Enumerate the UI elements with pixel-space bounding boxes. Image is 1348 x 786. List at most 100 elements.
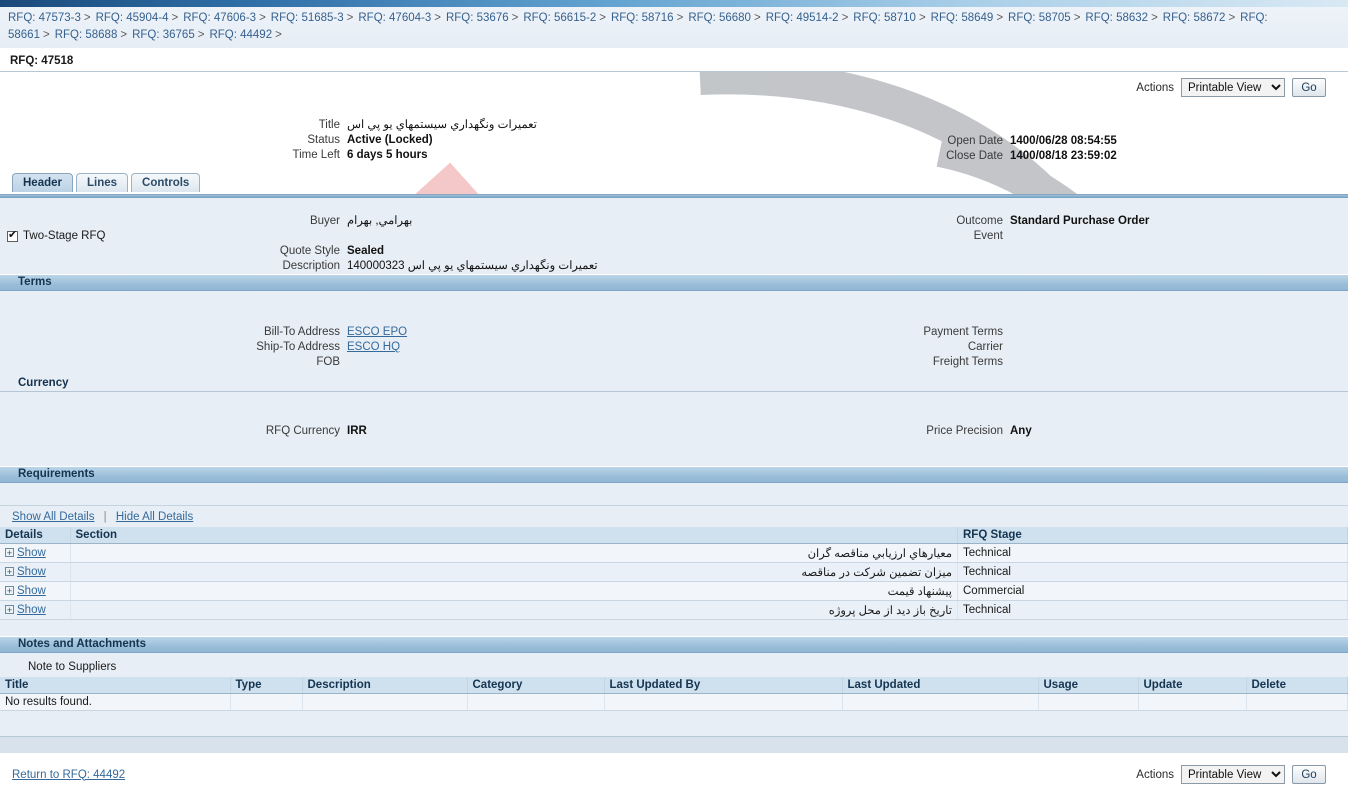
outcome-row: Outcome Standard Purchase Order	[860, 214, 1149, 229]
quote-style-label: Quote Style	[279, 245, 340, 257]
currency-subheader: Currency	[0, 375, 1348, 392]
attachments-empty-cell	[1038, 693, 1139, 711]
requirements-stage-cell: Technical	[957, 543, 1348, 563]
expand-plus-icon[interactable]: +	[5, 548, 14, 558]
go-button-bottom[interactable]: Go	[1292, 765, 1326, 784]
breadcrumb-item-0[interactable]: RFQ: 47573-3	[8, 12, 81, 24]
breadcrumb-item-1[interactable]: RFQ: 45904-4	[96, 12, 169, 24]
requirements-section-cell: پيشنهاد قيمت	[70, 581, 958, 601]
outcome-value: Standard Purchase Order	[1010, 215, 1150, 227]
actions-select-bottom[interactable]: Printable View	[1181, 765, 1285, 784]
breadcrumb-item-9[interactable]: RFQ: 49514-2	[766, 12, 839, 24]
breadcrumb-item-5[interactable]: RFQ: 53676	[446, 12, 509, 24]
requirements-detail-links: Show All Details | Hide All Details	[0, 506, 1348, 527]
actions-toolbar-top: Actions Printable View Go	[0, 72, 1348, 98]
breadcrumb-item-13[interactable]: RFQ: 58632	[1085, 12, 1148, 24]
breadcrumb-separator: >	[841, 12, 849, 24]
buyer-row: Buyer بهرامي, بهرام	[0, 214, 598, 229]
requirements-table-header-row: Details Section RFQ Stage	[0, 527, 1348, 544]
requirements-details-cell: + Show	[0, 600, 71, 620]
actions-select-top[interactable]: Printable View	[1181, 78, 1285, 97]
description-label: Description	[282, 260, 340, 272]
show-details-link-3[interactable]: Show	[17, 604, 46, 616]
breadcrumb-item-11[interactable]: RFQ: 58649	[931, 12, 994, 24]
breadcrumb-separator: >	[918, 12, 926, 24]
currency-right-column: Price Precision Any	[860, 424, 1031, 439]
breadcrumb-separator: >	[1151, 12, 1158, 24]
two-stage-rfq-label: Two-Stage RFQ	[23, 230, 106, 242]
title-row: Title تعميرات ونگهداري سيستمهاي يو پي اس	[0, 118, 537, 133]
tab-header[interactable]: Header	[12, 173, 73, 192]
description-value: تعميرات ونگهداري سيستمهاي يو پي اس 14000…	[347, 260, 598, 272]
two-stage-rfq-checkbox[interactable]	[7, 229, 18, 242]
breadcrumb-item-2[interactable]: RFQ: 47606-3	[183, 12, 256, 24]
attachments-col-last-updated: Last Updated	[842, 677, 1039, 694]
breadcrumb-item-18[interactable]: RFQ: 44492	[209, 29, 272, 41]
breadcrumb-item-6[interactable]: RFQ: 56615-2	[523, 12, 596, 24]
ship-to-label: Ship-To Address	[256, 341, 340, 353]
breadcrumb-item-4[interactable]: RFQ: 47604-3	[358, 12, 431, 24]
go-button-top[interactable]: Go	[1292, 78, 1326, 97]
attachments-empty-cell	[1246, 693, 1348, 711]
breadcrumb-separator: >	[1073, 12, 1081, 24]
expand-plus-icon[interactable]: +	[5, 605, 14, 615]
breadcrumb-item-17[interactable]: RFQ: 36765	[132, 29, 195, 41]
breadcrumb-item-16[interactable]: RFQ: 58688	[55, 29, 118, 41]
show-all-details-link[interactable]: Show All Details	[12, 511, 94, 523]
requirements-table: Details Section RFQ Stage + Show معيارهاي ار…	[0, 527, 1348, 620]
attachments-empty-message: No results found.	[0, 693, 231, 711]
header-left-column: Buyer بهرامي, بهرام Two-Stage RFQ Quote …	[0, 214, 598, 274]
show-details-link-0[interactable]: Show	[17, 547, 46, 559]
attachments-col-usage: Usage	[1038, 677, 1139, 694]
breadcrumb-separator: >	[259, 12, 266, 24]
breadcrumb-separator: >	[511, 12, 519, 24]
tab-bar: Header Lines Controls	[0, 172, 1348, 194]
tab-lines[interactable]: Lines	[76, 173, 129, 192]
terms-right-column: Payment Terms Carrier Freight Terms	[860, 325, 1010, 370]
attachments-empty-cell	[302, 693, 468, 711]
breadcrumb-separator: >	[676, 12, 684, 24]
quote-style-value: Sealed	[347, 245, 385, 257]
breadcrumb-item-10[interactable]: RFQ: 58710	[853, 12, 916, 24]
bill-to-link[interactable]: ESCO EPO	[347, 326, 407, 338]
attachments-col-update: Update	[1138, 677, 1247, 694]
bill-to-row: Bill-To Address ESCO EPO	[0, 325, 407, 340]
requirements-col-details: Details	[0, 527, 71, 544]
breadcrumb-separator: >	[1228, 12, 1236, 24]
breadcrumb-separator: >	[753, 12, 761, 24]
breadcrumb-item-7[interactable]: RFQ: 58716	[611, 12, 674, 24]
requirements-details-cell: + Show	[0, 562, 71, 582]
requirements-band: Requirements	[0, 466, 1348, 483]
show-details-link-2[interactable]: Show	[17, 585, 46, 597]
breadcrumb-item-3[interactable]: RFQ: 51685-3	[271, 12, 344, 24]
links-separator: |	[103, 511, 107, 523]
two-stage-rfq-row: Two-Stage RFQ	[0, 229, 598, 244]
note-to-suppliers-label: Note to Suppliers	[28, 661, 117, 673]
ship-to-link[interactable]: ESCO HQ	[347, 341, 400, 353]
breadcrumb-separator: >	[42, 29, 50, 41]
breadcrumb-item-14[interactable]: RFQ: 58672	[1163, 12, 1226, 24]
breadcrumb-item-8[interactable]: RFQ: 56680	[688, 12, 751, 24]
attachments-table-header-row: Title Type Description Category Last Updated…	[0, 677, 1348, 694]
show-details-link-1[interactable]: Show	[17, 566, 46, 578]
return-to-rfq-link[interactable]: Return to RFQ: 44492	[12, 769, 125, 781]
expand-plus-icon[interactable]: +	[5, 586, 14, 596]
attachments-col-last-updated-by: Last Updated By	[604, 677, 843, 694]
bill-to-label: Bill-To Address	[263, 326, 340, 338]
attachments-empty-row: No results found.	[0, 693, 1348, 711]
requirements-section-cell: تاريخ باز ديد از محل پروژه	[70, 600, 958, 620]
table-row: + Show معيارهاي ارزيابي مناقصه گران Technic…	[0, 543, 1348, 563]
tab-controls[interactable]: Controls	[131, 173, 201, 192]
breadcrumb-separator: >	[599, 12, 606, 24]
breadcrumb-item-12[interactable]: RFQ: 58705	[1008, 12, 1071, 24]
hide-all-details-link[interactable]: Hide All Details	[116, 511, 193, 523]
close-date-label: Close Date	[946, 150, 1003, 162]
outcome-label: Outcome	[956, 215, 1003, 227]
rfq-summary: Title تعميرات ونگهداري سيستمهاي يو پي اس…	[0, 98, 1348, 166]
top-gradient-bar	[0, 0, 1348, 7]
rfq-currency-label: RFQ Currency	[265, 425, 340, 437]
expand-plus-icon[interactable]: +	[5, 567, 14, 577]
price-precision-label: Price Precision	[926, 425, 1003, 437]
requirements-section-cell: معيارهاي ارزيابي مناقصه گران	[70, 543, 958, 563]
attachments-col-delete: Delete	[1246, 677, 1348, 694]
